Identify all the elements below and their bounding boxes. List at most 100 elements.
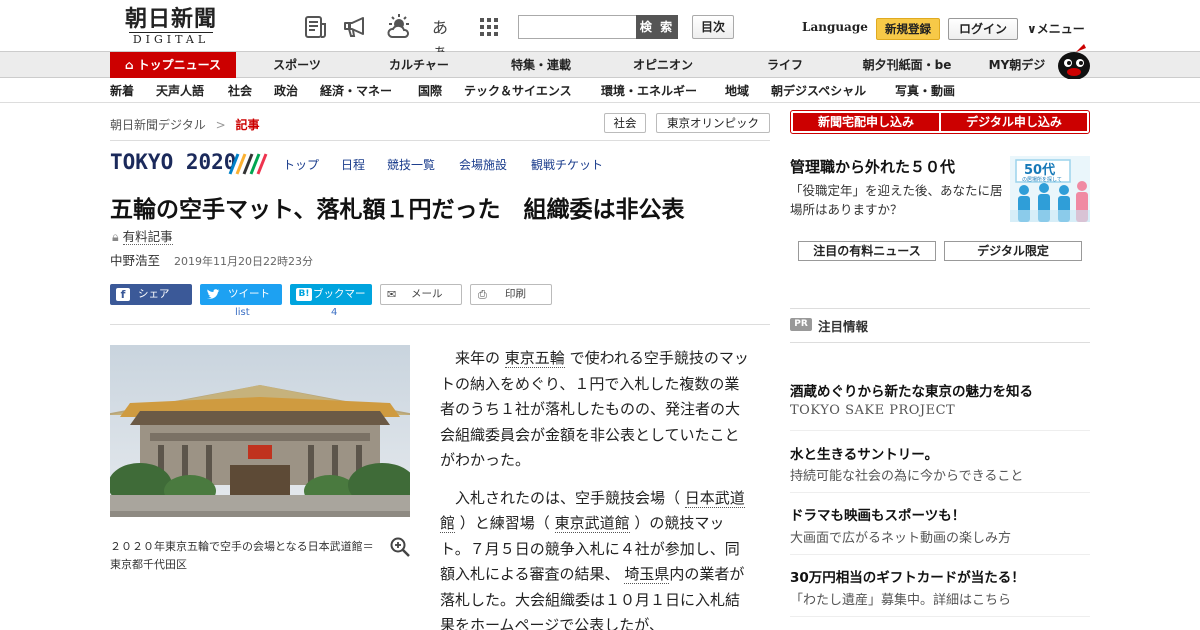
divider (790, 554, 1090, 555)
twitter-count[interactable]: list (235, 307, 250, 318)
tag-society[interactable]: 社会 (604, 113, 646, 133)
nav-label: トップニュース (137, 58, 221, 72)
divider (790, 308, 1090, 309)
subnav-item-tensei[interactable]: 天声人語 (156, 79, 204, 103)
grid-icon[interactable] (476, 14, 502, 40)
chevron-down-icon: ∨ (1027, 22, 1037, 36)
byline: 中野浩至 2019年11月20日22時23分 (110, 250, 313, 269)
pr-item-title[interactable]: ドラマも映画もスポーツも！ (790, 504, 965, 524)
subscribe-box: 新聞宅配申し込み デジタル申し込み (790, 110, 1090, 134)
breadcrumb: 朝日新聞デジタル > 記事 (110, 116, 260, 133)
tokyo2020-logo[interactable]: TOKYO 2020 (110, 150, 236, 174)
pr-item-desc[interactable]: 持続可能な社会の為に今からできること (790, 465, 1023, 484)
subnav-item-environment[interactable]: 環境・エネルギー (601, 79, 697, 103)
tokyo-nav-tickets[interactable]: 観戦チケット (531, 156, 603, 173)
divider (110, 140, 770, 141)
subnav-item-photo[interactable]: 写真・動画 (895, 79, 955, 103)
nav-item-features[interactable]: 特集・連載 (498, 52, 584, 78)
mail-label: メール (411, 288, 443, 300)
twitter-icon (206, 288, 220, 301)
nav-item-life[interactable]: ライフ (742, 52, 828, 78)
paragraph: 来年の 東京五輪 で使われる空手競技のマットの納入をめぐり、１円で入札した複数の… (440, 346, 752, 474)
divider (790, 616, 1090, 617)
subnav-item-region[interactable]: 地域 (725, 79, 749, 103)
text: 来年の (455, 349, 501, 367)
mascot-icon (1058, 44, 1090, 80)
digital-only-button[interactable]: デジタル限定 (944, 241, 1082, 261)
nav-item-my-asadigi[interactable]: MY朝デジ (980, 52, 1054, 78)
promo-description[interactable]: 「役職定年」を迎えた後、あなたに居場所はありますか？ (790, 181, 1005, 219)
search-button[interactable]: 検 索 (636, 15, 678, 39)
pr-item-desc[interactable]: 「わたし遺産」募集中。詳細はこちら (790, 589, 1011, 608)
weather-icon[interactable] (386, 14, 412, 40)
breadcrumb-separator: > (215, 118, 226, 132)
keyword-link-tokyo-budokan[interactable]: 東京武道館 (554, 514, 630, 533)
divider (790, 342, 1090, 343)
pr-item-desc[interactable]: TOKYO SAKE PROJECT (790, 403, 955, 418)
newspaper-icon[interactable] (302, 14, 328, 40)
promo-title[interactable]: 管理職から外れた５０代 (790, 156, 955, 177)
keyword-link-tokyo-olympics[interactable]: 東京五輪 (504, 349, 565, 368)
pr-item-title[interactable]: 30万円相当のギフトカードが当たる！ (790, 566, 1025, 586)
nav-item-top-news[interactable]: ⌂ トップニュース (110, 52, 236, 78)
subscribe-digital-button[interactable]: デジタル申し込み (941, 113, 1087, 131)
nav-item-culture[interactable]: カルチャー (376, 52, 462, 78)
subscribe-paper-button[interactable]: 新聞宅配申し込み (793, 113, 939, 131)
site-logo[interactable]: 朝日新聞 DIGITAL (112, 6, 230, 46)
divider (110, 324, 770, 325)
bookmark-label: ブックマーク (313, 288, 366, 321)
menu-label: メニュー (1036, 22, 1085, 36)
register-button[interactable]: 新規登録 (876, 18, 940, 40)
twitter-share-button[interactable]: ツイート (200, 284, 282, 305)
login-button[interactable]: ログイン (948, 18, 1018, 40)
breadcrumb-current: 記事 (235, 118, 260, 132)
pr-item-title[interactable]: 酒蔵めぐりから新たな東京の魅力を知る (790, 380, 1033, 400)
paid-news-button[interactable]: 注目の有料ニュース (798, 241, 936, 261)
mail-share-button[interactable]: ✉ メール (380, 284, 462, 305)
paid-article-label[interactable]: 有料記事 (122, 229, 173, 245)
font-size-icon[interactable]: あぁ (432, 14, 458, 61)
subnav-item-society[interactable]: 社会 (228, 79, 252, 103)
print-button[interactable]: ⎙ 印刷 (470, 284, 552, 305)
article-photo[interactable] (110, 345, 410, 517)
tag-tokyo-olympics[interactable]: 東京オリンピック (656, 113, 770, 133)
mail-icon: ✉ (387, 288, 397, 301)
tokyo-nav-schedule[interactable]: 日程 (341, 156, 365, 173)
pr-item-desc[interactable]: 大画面で広がるネット動画の楽しみ方 (790, 527, 1011, 546)
subnav-item-international[interactable]: 国際 (418, 79, 442, 103)
pr-item-title[interactable]: 水と生きるサントリー。 (790, 443, 938, 463)
home-icon: ⌂ (125, 58, 134, 72)
tokyo-nav-venues[interactable]: 会場施設 (459, 156, 507, 173)
subnav-item-economy[interactable]: 経済・マネー (320, 79, 392, 103)
facebook-icon: f (116, 288, 130, 301)
site-header: 朝日新聞 DIGITAL あぁ 検 索 目次 Language 新規登録 ログ (0, 0, 1200, 61)
hatena-icon: B! (296, 288, 312, 301)
pr-badge: PR (790, 318, 812, 331)
menu-button[interactable]: ∨メニュー (1027, 20, 1085, 37)
toc-button[interactable]: 目次 (692, 15, 734, 39)
nav-item-sports[interactable]: スポーツ (254, 52, 340, 78)
subnav-item-special[interactable]: 朝デジスペシャル (771, 79, 866, 103)
language-link[interactable]: Language (802, 20, 868, 34)
hatena-bookmark-button[interactable]: B! ブックマーク (290, 284, 372, 321)
article-date: 2019年11月20日22時23分 (174, 255, 313, 268)
nav-item-paper[interactable]: 朝夕刊紙面・be (854, 52, 960, 78)
subnav-item-politics[interactable]: 政治 (274, 79, 298, 103)
nav-item-opinion[interactable]: オピニオン (620, 52, 706, 78)
tokyo-nav-top[interactable]: トップ (283, 156, 319, 173)
paid-article-row: 🔒︎ 有料記事 (112, 226, 173, 245)
facebook-share-button[interactable]: f シェア (110, 284, 192, 305)
hatena-count[interactable]: 4 (331, 307, 337, 318)
divider (790, 492, 1090, 493)
zoom-icon[interactable] (390, 537, 410, 557)
megaphone-icon[interactable] (342, 14, 368, 40)
tokyo-nav-events[interactable]: 競技一覧 (387, 156, 435, 173)
search-input[interactable] (518, 15, 636, 39)
print-label: 印刷 (505, 288, 526, 300)
article-headline: 五輪の空手マット、落札額１円だった 組織委は非公表 (110, 197, 685, 223)
promo-image[interactable]: 50代 の居場所を探して (1010, 156, 1090, 222)
keyword-link-saitama[interactable]: 埼玉県 (624, 565, 670, 584)
subnav-item-tech[interactable]: テック＆サイエンス (464, 79, 572, 103)
subnav-item-latest[interactable]: 新着 (110, 79, 134, 103)
breadcrumb-home[interactable]: 朝日新聞デジタル (110, 118, 206, 132)
